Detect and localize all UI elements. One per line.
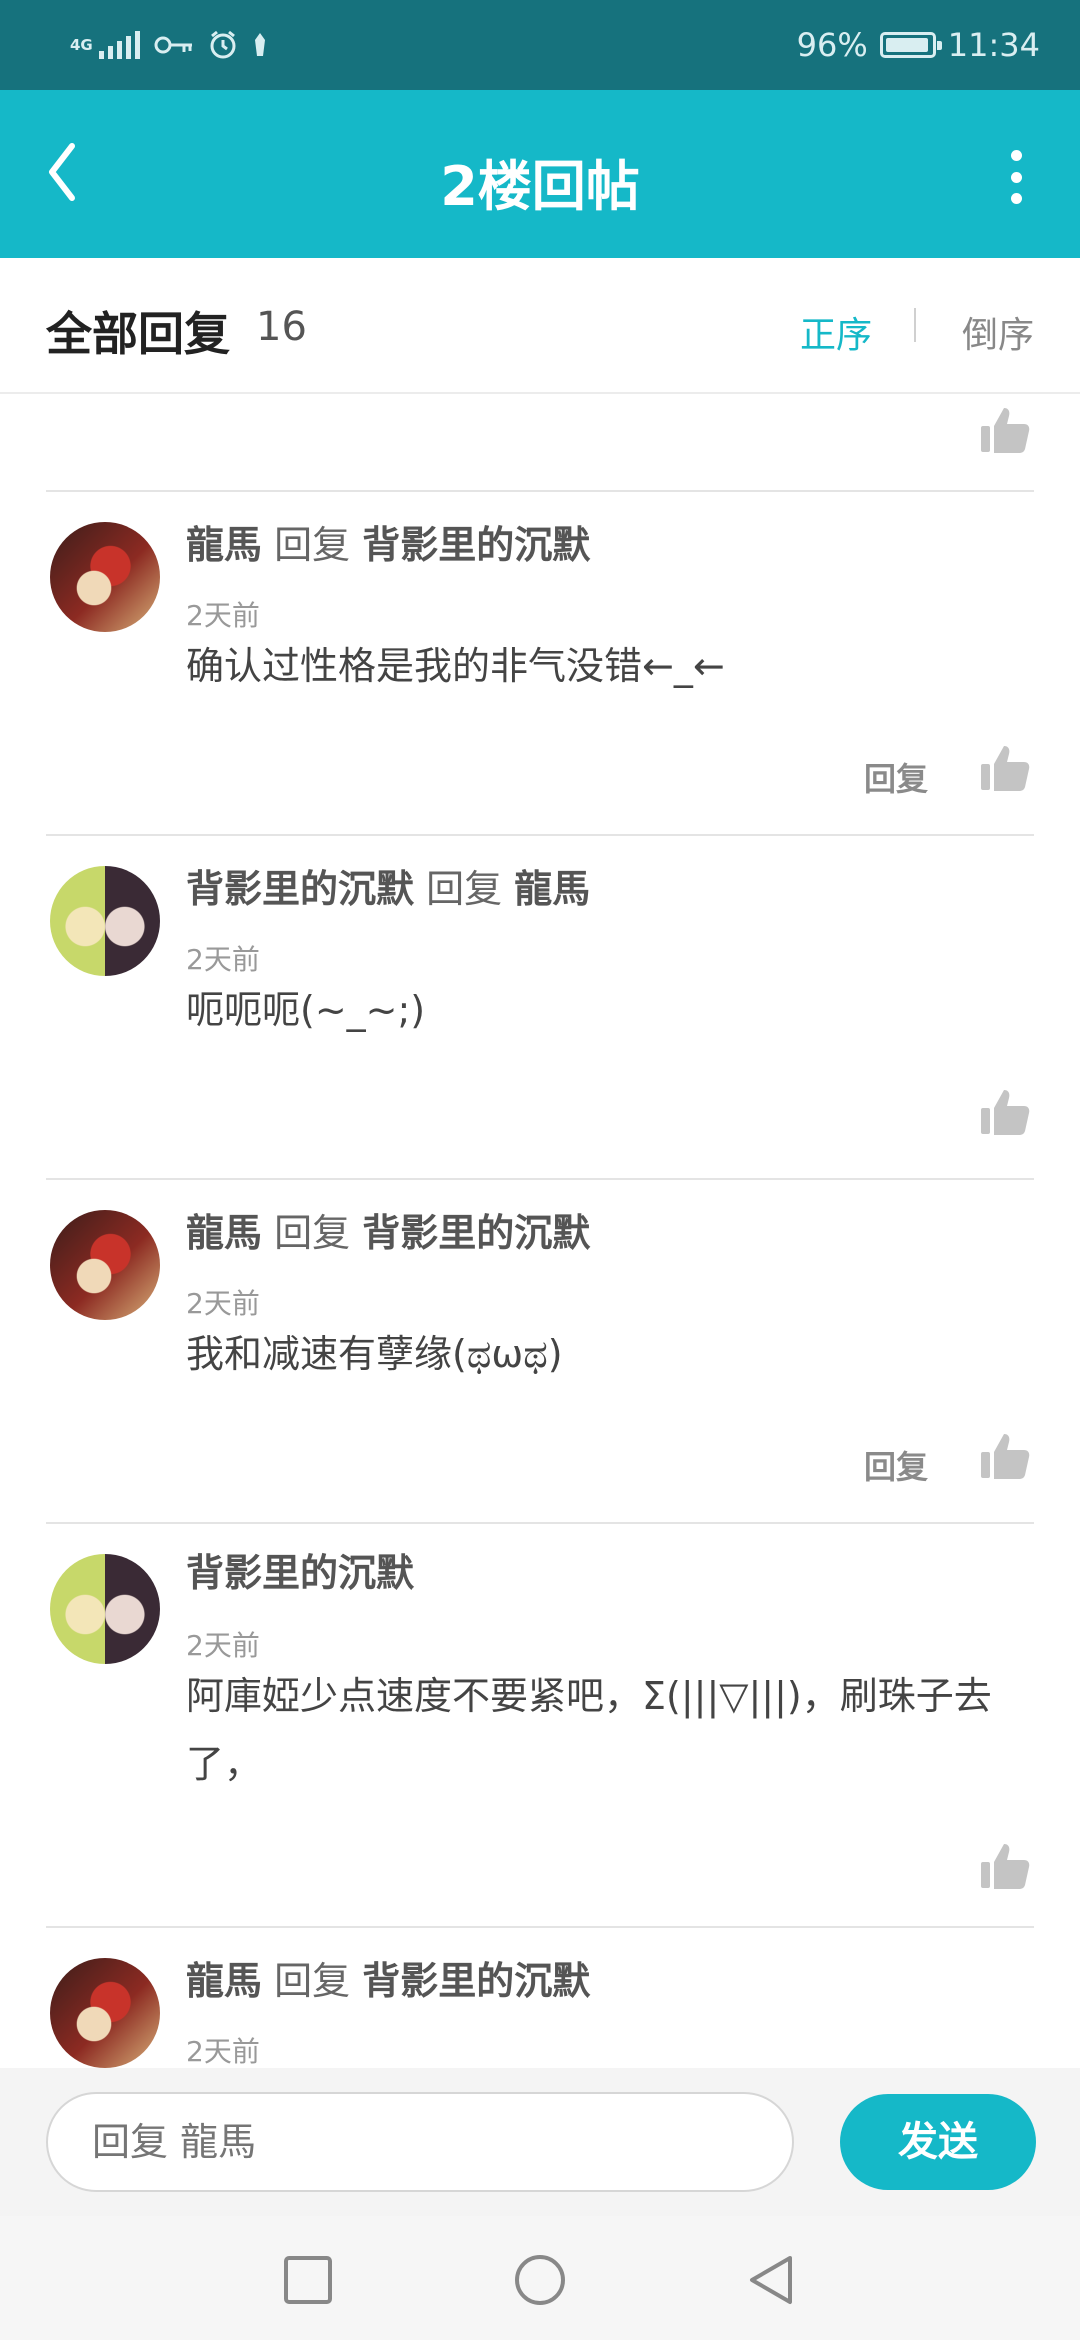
- list-item: 龍馬 回复 背影里的沉默 2天前 我和减速有孽缘(ಥωಥ) 回复: [0, 1180, 1080, 1524]
- title-bar: 2楼回帖: [0, 90, 1080, 258]
- timestamp: 2天前: [186, 1287, 260, 1320]
- back-icon[interactable]: [742, 2250, 802, 2310]
- reply-content: 呃呃呃(~_~;): [186, 988, 426, 1032]
- reply-to-name[interactable]: 背影里的沉默: [362, 1211, 590, 1255]
- thumbs-up-icon[interactable]: [980, 1088, 1030, 1136]
- all-replies-title: 全部回复: [46, 307, 230, 361]
- list-item: 龍馬 回复 背影里的沉默 2天前 确认过性格是我的非气没错←_← 回复: [0, 492, 1080, 836]
- key-icon: [154, 36, 192, 54]
- reply-content: 确认过性格是我的非气没错←_←: [186, 644, 725, 688]
- reply-word: 回复: [274, 523, 351, 567]
- reply-to-name[interactable]: 背影里的沉默: [362, 523, 590, 567]
- list-item: 龍馬 回复 背影里的沉默 2天前: [0, 1928, 1080, 2068]
- reply-header-line: 背影里的沉默: [186, 1542, 414, 1597]
- reply-word: 回复: [426, 867, 503, 911]
- status-right: 96% 11:34: [797, 22, 1040, 68]
- reply-to-name[interactable]: 龍馬: [514, 867, 590, 911]
- status-left: 4G: [70, 22, 268, 68]
- reply-count: 16: [256, 304, 307, 350]
- system-nav-bar: [0, 2216, 1080, 2340]
- reply-input[interactable]: [46, 2092, 794, 2192]
- signal-icon: [98, 31, 140, 59]
- home-icon[interactable]: [510, 2250, 570, 2310]
- reply-header-line: 背影里的沉默 回复 龍馬: [186, 858, 590, 913]
- author-name[interactable]: 背影里的沉默: [186, 1551, 414, 1595]
- more-vertical-icon-dot: [1010, 150, 1022, 161]
- reply-input-bar: 发送: [0, 2068, 1080, 2216]
- thumbs-up-icon[interactable]: [980, 1432, 1030, 1480]
- sort-descending-button[interactable]: 倒序: [962, 306, 1034, 358]
- list-item: [0, 394, 1080, 492]
- status-bar: 4G 96% 11:34: [0, 0, 1080, 90]
- avatar[interactable]: [50, 1958, 160, 2068]
- list-item: 背影里的沉默 回复 龍馬 2天前 呃呃呃(~_~;): [0, 836, 1080, 1180]
- avatar[interactable]: [50, 1554, 160, 1664]
- author-name[interactable]: 龍馬: [186, 1211, 262, 1255]
- reply-header-line: 龍馬 回复 背影里的沉默: [186, 1950, 590, 2005]
- reply-header-line: 龍馬 回复 背影里的沉默: [186, 514, 590, 569]
- reply-word: 回复: [274, 1959, 351, 2003]
- reply-button[interactable]: 回复: [864, 754, 928, 800]
- network-type: 4G: [70, 35, 93, 54]
- reply-content: 我和减速有孽缘(ಥωಥ): [186, 1332, 563, 1376]
- recent-apps-icon[interactable]: [278, 2250, 338, 2310]
- more-vertical-icon-dot: [1010, 193, 1022, 204]
- battery-percent: 96%: [796, 26, 868, 64]
- avatar[interactable]: [50, 522, 160, 632]
- thumbs-up-icon[interactable]: [980, 744, 1030, 792]
- reply-button[interactable]: 回复: [864, 1442, 928, 1488]
- alarm-icon: [210, 30, 236, 59]
- replies-header: 全部回复 16 正序 倒序: [0, 258, 1080, 394]
- reply-to-name[interactable]: 背影里的沉默: [362, 1959, 590, 2003]
- author-name[interactable]: 龍馬: [186, 1959, 262, 2003]
- sort-divider: [914, 308, 916, 342]
- more-button[interactable]: [986, 142, 1046, 212]
- author-name[interactable]: 龍馬: [186, 523, 262, 567]
- notification-icon: [254, 33, 265, 56]
- reply-content: 阿庫婭少点速度不要紧吧，Σ(|||▽|||)，刷珠子去了，: [186, 1674, 992, 1786]
- timestamp: 2天前: [186, 1629, 260, 1662]
- author-name[interactable]: 背影里的沉默: [186, 867, 414, 911]
- avatar[interactable]: [50, 1210, 160, 1320]
- thumbs-up-icon[interactable]: [980, 406, 1030, 454]
- reply-word: 回复: [274, 1211, 351, 1255]
- reply-list[interactable]: 龍馬 回复 背影里的沉默 2天前 确认过性格是我的非气没错←_← 回复 背影里的…: [0, 394, 1080, 2068]
- battery-fill: [885, 38, 929, 52]
- battery-icon: [879, 32, 942, 58]
- clock: 11:34: [947, 26, 1040, 64]
- page-title: 2楼回帖: [440, 155, 640, 218]
- timestamp: 2天前: [186, 943, 260, 976]
- avatar[interactable]: [50, 866, 160, 976]
- timestamp: 2天前: [186, 2035, 260, 2068]
- list-item: 背影里的沉默 2天前 阿庫婭少点速度不要紧吧，Σ(|||▽|||)，刷珠子去了，: [0, 1524, 1080, 1928]
- thumbs-up-icon[interactable]: [980, 1842, 1030, 1890]
- timestamp: 2天前: [186, 599, 260, 632]
- more-vertical-icon-dot: [1010, 171, 1022, 183]
- sort-ascending-button[interactable]: 正序: [800, 306, 872, 358]
- send-button[interactable]: 发送: [840, 2094, 1036, 2190]
- reply-header-line: 龍馬 回复 背影里的沉默: [186, 1202, 590, 1257]
